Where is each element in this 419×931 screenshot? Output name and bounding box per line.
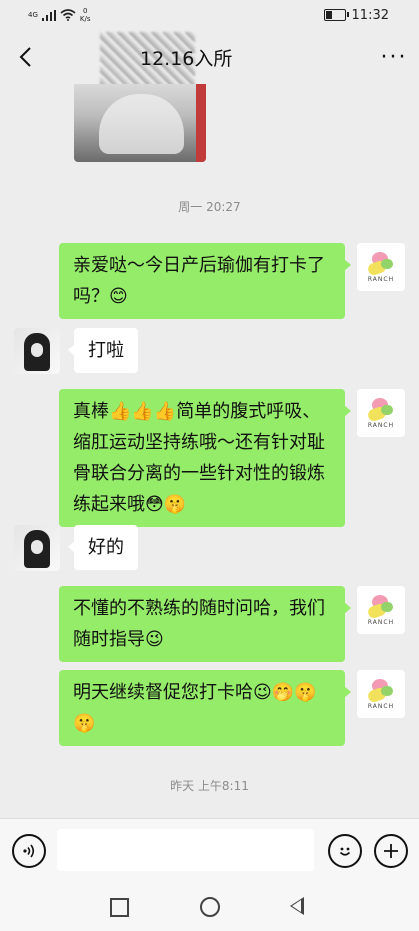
message-bubble-contact[interactable]: 打啦: [68, 328, 138, 373]
timestamp: 昨天 上午8:11: [170, 779, 249, 793]
avatar-me[interactable]: RANCH: [357, 586, 405, 634]
message-bubble-me[interactable]: 真棒👍👍👍简单的腹式呼吸、缩肛运动坚持练哦～还有针对耻骨联合分离的一些针对性的锻…: [59, 389, 351, 527]
logo-text: RANCH: [367, 421, 395, 429]
message-bubble-contact[interactable]: 好的: [68, 525, 138, 570]
system-nav-bar: [0, 880, 419, 931]
image-message[interactable]: [74, 84, 206, 162]
avatar-contact[interactable]: [14, 525, 60, 571]
input-bar: [0, 818, 419, 881]
chat-title: 12.16入所: [140, 48, 233, 70]
more-button[interactable]: ···: [369, 30, 419, 84]
avatar-me[interactable]: RANCH: [357, 389, 405, 437]
back-arrow-icon: [19, 47, 31, 67]
message-bubble-me[interactable]: 亲爱哒～今日产后瑜伽有打卡了吗？😊: [59, 243, 351, 319]
add-icon: [384, 844, 398, 858]
back-button[interactable]: [0, 30, 50, 84]
voice-icon: [23, 844, 35, 858]
logo-icon: [366, 594, 394, 620]
logo-text: RANCH: [367, 702, 395, 710]
status-left: 4G 0 K/s: [0, 7, 91, 23]
message-bubble-me[interactable]: 不懂的不熟练的随时问哈，我们随时指导😉: [59, 586, 351, 662]
clock: 11:32: [351, 7, 389, 23]
emoji-icon: [339, 847, 351, 856]
more-icon: ···: [380, 44, 408, 70]
system-back-button[interactable]: [290, 897, 304, 915]
battery-icon: [323, 9, 349, 21]
logo-text: RANCH: [367, 275, 395, 283]
avatar-contact[interactable]: [14, 328, 60, 374]
status-right: 11:32: [323, 7, 419, 23]
wifi-icon: [60, 9, 76, 21]
speed-unit: K/s: [79, 15, 91, 23]
network-type: 4G: [28, 10, 38, 19]
message-input[interactable]: [57, 829, 314, 871]
network-speed: 0 K/s: [80, 7, 91, 23]
avatar-me[interactable]: RANCH: [357, 670, 405, 718]
speed-value: 0: [82, 7, 88, 15]
logo-text: RANCH: [367, 618, 395, 626]
chat-header: 12.16入所 ···: [0, 30, 419, 92]
logo-icon: [366, 678, 394, 704]
timestamp: 周一 20:27: [178, 200, 241, 214]
logo-icon: [366, 251, 394, 277]
message-bubble-me[interactable]: 明天继续督促您打卡哈😉🤭🤫🤫: [59, 670, 351, 746]
add-button[interactable]: [374, 834, 408, 868]
signal-icon: [41, 9, 56, 21]
avatar-me[interactable]: RANCH: [357, 243, 405, 291]
emoji-button[interactable]: [328, 834, 362, 868]
status-bar: 4G 0 K/s 11:32: [0, 0, 419, 30]
home-button[interactable]: [200, 897, 220, 917]
recent-apps-button[interactable]: [110, 898, 129, 917]
logo-icon: [366, 397, 394, 423]
voice-button[interactable]: [12, 834, 46, 868]
